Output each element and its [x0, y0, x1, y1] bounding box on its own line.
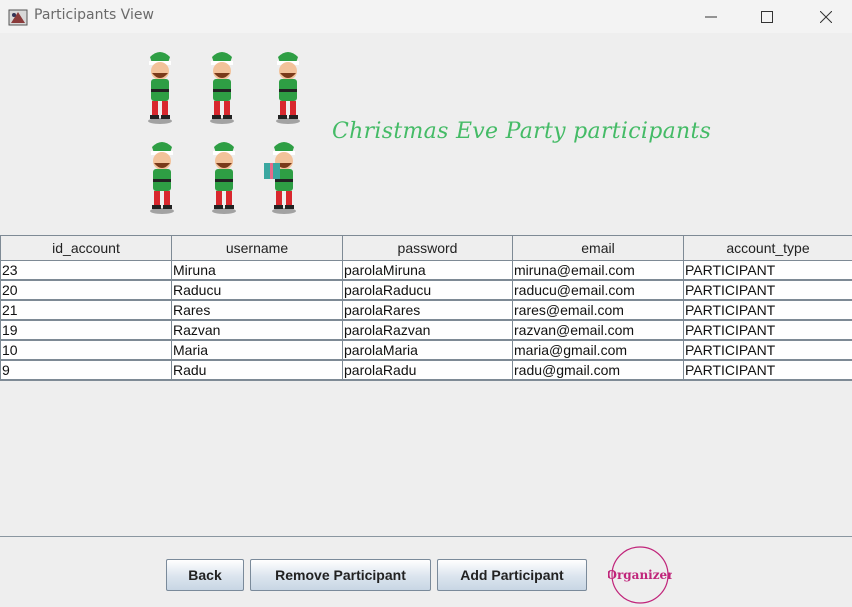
elves-image	[148, 52, 300, 214]
window-title: Participants View	[34, 7, 154, 23]
table-cell[interactable]: Raducu	[171, 280, 343, 301]
table-row[interactable]: 9 Radu parolaRadu radu@gmail.com PARTICI…	[0, 360, 852, 381]
table-cell[interactable]: PARTICIPANT	[683, 300, 852, 321]
table-cell[interactable]: PARTICIPANT	[683, 360, 852, 381]
table-row[interactable]: 10 Maria parolaMaria maria@gmail.com PAR…	[0, 340, 852, 361]
add-participant-button[interactable]: Add Participant	[437, 559, 587, 591]
table-cell[interactable]: parolaMaria	[342, 340, 513, 361]
table-cell[interactable]: PARTICIPANT	[683, 280, 852, 301]
table-cell[interactable]: PARTICIPANT	[683, 320, 852, 341]
column-header[interactable]: username	[171, 235, 343, 261]
column-header[interactable]: account_type	[683, 235, 852, 261]
table-cell[interactable]: PARTICIPANT	[683, 260, 852, 281]
table-row[interactable]: 21 Rares parolaRares rares@email.com PAR…	[0, 300, 852, 321]
participants-table: id_account username password email accou…	[0, 235, 852, 381]
table-cell[interactable]: Rares	[171, 300, 343, 321]
table-cell[interactable]: razvan@email.com	[512, 320, 684, 341]
maximize-button[interactable]	[744, 0, 790, 33]
table-cell[interactable]: 19	[0, 320, 172, 341]
table-row[interactable]: 19 Razvan parolaRazvan razvan@email.com …	[0, 320, 852, 341]
table-cell[interactable]: 23	[0, 260, 172, 281]
minimize-button[interactable]	[688, 0, 734, 33]
title-bar: Participants View	[0, 0, 852, 33]
close-icon	[820, 10, 832, 23]
organizer-logo: Organizer	[608, 546, 672, 604]
svg-text:Organizer: Organizer	[608, 568, 672, 582]
footer-divider	[0, 536, 852, 537]
table-cell[interactable]: maria@gmail.com	[512, 340, 684, 361]
table-cell[interactable]: raducu@email.com	[512, 280, 684, 301]
table-cell[interactable]: 20	[0, 280, 172, 301]
close-button[interactable]	[803, 0, 849, 33]
table-cell[interactable]: parolaRares	[342, 300, 513, 321]
table-cell[interactable]: rares@email.com	[512, 300, 684, 321]
table-row[interactable]: 20 Raducu parolaRaducu raducu@email.com …	[0, 280, 852, 301]
table-cell[interactable]: miruna@email.com	[512, 260, 684, 281]
table-cell[interactable]: parolaRadu	[342, 360, 513, 381]
maximize-icon	[761, 10, 773, 23]
table-cell[interactable]: 21	[0, 300, 172, 321]
table-cell[interactable]: Maria	[171, 340, 343, 361]
table-cell[interactable]: 10	[0, 340, 172, 361]
table-cell[interactable]: Radu	[171, 360, 343, 381]
column-header[interactable]: id_account	[0, 235, 172, 261]
table-header-row: id_account username password email accou…	[0, 235, 852, 261]
minimize-icon	[705, 16, 717, 17]
table-cell[interactable]: parolaRazvan	[342, 320, 513, 341]
remove-participant-button[interactable]: Remove Participant	[250, 559, 431, 591]
table-cell[interactable]: Miruna	[171, 260, 343, 281]
table-cell[interactable]: parolaRaducu	[342, 280, 513, 301]
table-cell[interactable]: radu@gmail.com	[512, 360, 684, 381]
app-icon	[8, 9, 28, 26]
table-cell[interactable]: parolaMiruna	[342, 260, 513, 281]
page-heading: Christmas Eve Party participants	[332, 119, 712, 144]
back-button[interactable]: Back	[166, 559, 244, 591]
banner: Christmas Eve Party participants	[0, 33, 852, 235]
table-cell[interactable]: 9	[0, 360, 172, 381]
table-row[interactable]: 23 Miruna parolaMiruna miruna@email.com …	[0, 260, 852, 281]
table-cell[interactable]: PARTICIPANT	[683, 340, 852, 361]
table-cell[interactable]: Razvan	[171, 320, 343, 341]
column-header[interactable]: password	[342, 235, 513, 261]
column-header[interactable]: email	[512, 235, 684, 261]
